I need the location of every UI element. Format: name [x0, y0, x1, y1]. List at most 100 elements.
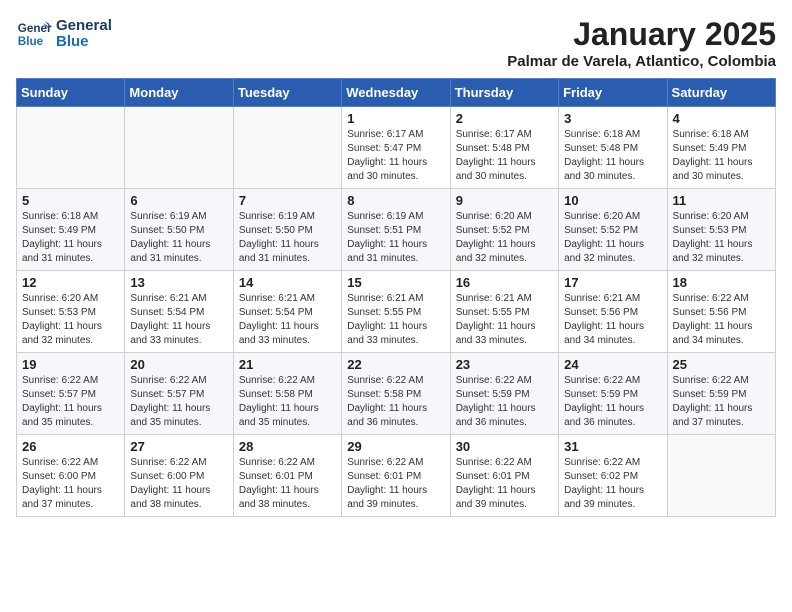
day-cell: 28 Sunrise: 6:22 AM Sunset: 6:01 PM Dayli… [233, 435, 341, 517]
svg-text:General: General [18, 22, 52, 35]
subtitle: Palmar de Varela, Atlantico, Colombia [507, 53, 776, 70]
day-info: Sunrise: 6:21 AM Sunset: 5:55 PM Dayligh… [347, 292, 444, 348]
day-info: Sunrise: 6:22 AM Sunset: 6:02 PM Dayligh… [564, 456, 661, 512]
day-number: 4 [673, 111, 770, 126]
day-info: Sunrise: 6:21 AM Sunset: 5:54 PM Dayligh… [239, 292, 336, 348]
week-row-1: 1 Sunrise: 6:17 AM Sunset: 5:47 PM Daylig… [17, 107, 776, 189]
day-info: Sunrise: 6:22 AM Sunset: 5:58 PM Dayligh… [347, 374, 444, 430]
day-info: Sunrise: 6:22 AM Sunset: 6:00 PM Dayligh… [22, 456, 119, 512]
day-cell [17, 107, 125, 189]
day-info: Sunrise: 6:22 AM Sunset: 6:01 PM Dayligh… [456, 456, 553, 512]
day-number: 16 [456, 275, 553, 290]
day-number: 8 [347, 193, 444, 208]
day-number: 25 [673, 357, 770, 372]
week-row-3: 12 Sunrise: 6:20 AM Sunset: 5:53 PM Dayli… [17, 271, 776, 353]
day-number: 18 [673, 275, 770, 290]
day-cell: 14Sunrise: 6:21 AM Sunset: 5:54 PM Dayli… [233, 271, 341, 353]
day-info: Sunrise: 6:21 AM Sunset: 5:54 PM Dayligh… [130, 292, 227, 348]
day-cell: 21 Sunrise: 6:22 AM Sunset: 5:58 PM Dayli… [233, 353, 341, 435]
day-number: 17 [564, 275, 661, 290]
day-info: Sunrise: 6:17 AM Sunset: 5:47 PM Dayligh… [347, 128, 444, 184]
day-number: 19 [22, 357, 119, 372]
day-cell: 13 Sunrise: 6:21 AM Sunset: 5:54 PM Dayli… [125, 271, 233, 353]
day-info: Sunrise: 6:17 AM Sunset: 5:48 PM Dayligh… [456, 128, 553, 184]
day-info: Sunrise: 6:20 AM Sunset: 5:52 PM Dayligh… [456, 210, 553, 266]
day-cell: 12 Sunrise: 6:20 AM Sunset: 5:53 PM Dayli… [17, 271, 125, 353]
day-cell: 16 Sunrise: 6:21 AM Sunset: 5:55 PM Dayli… [450, 271, 558, 353]
day-info: Sunrise: 6:20 AM Sunset: 5:53 PM Dayligh… [673, 210, 770, 266]
day-number: 5 [22, 193, 119, 208]
day-cell: 9Sunrise: 6:20 AM Sunset: 5:52 PM Daylig… [450, 189, 558, 271]
day-info: Sunrise: 6:20 AM Sunset: 5:53 PM Dayligh… [22, 292, 119, 348]
day-info: Sunrise: 6:22 AM Sunset: 5:57 PM Dayligh… [22, 374, 119, 430]
day-cell: 22 Sunrise: 6:22 AM Sunset: 5:58 PM Dayli… [342, 353, 450, 435]
header-day-thursday: Thursday [450, 79, 558, 107]
day-cell: 25 Sunrise: 6:22 AM Sunset: 5:59 PM Dayli… [667, 353, 775, 435]
day-cell: 19 Sunrise: 6:22 AM Sunset: 5:57 PM Dayli… [17, 353, 125, 435]
day-cell: 17 Sunrise: 6:21 AM Sunset: 5:56 PM Dayli… [559, 271, 667, 353]
day-info: Sunrise: 6:22 AM Sunset: 5:58 PM Dayligh… [239, 374, 336, 430]
day-cell: 8Sunrise: 6:19 AM Sunset: 5:51 PM Daylig… [342, 189, 450, 271]
day-number: 27 [130, 439, 227, 454]
day-number: 15 [347, 275, 444, 290]
header-row: SundayMondayTuesdayWednesdayThursdayFrid… [17, 79, 776, 107]
day-number: 7 [239, 193, 336, 208]
day-cell: 11 Sunrise: 6:20 AM Sunset: 5:53 PM Dayli… [667, 189, 775, 271]
day-number: 20 [130, 357, 227, 372]
day-cell: 2 Sunrise: 6:17 AM Sunset: 5:48 PM Daylig… [450, 107, 558, 189]
day-info: Sunrise: 6:19 AM Sunset: 5:50 PM Dayligh… [130, 210, 227, 266]
day-cell [125, 107, 233, 189]
logo-icon: General Blue [16, 16, 52, 52]
day-cell: 20Sunrise: 6:22 AM Sunset: 5:57 PM Dayli… [125, 353, 233, 435]
day-number: 28 [239, 439, 336, 454]
day-info: Sunrise: 6:21 AM Sunset: 5:56 PM Dayligh… [564, 292, 661, 348]
header-day-saturday: Saturday [667, 79, 775, 107]
day-number: 23 [456, 357, 553, 372]
week-row-5: 26Sunrise: 6:22 AM Sunset: 6:00 PM Dayli… [17, 435, 776, 517]
day-info: Sunrise: 6:18 AM Sunset: 5:49 PM Dayligh… [673, 128, 770, 184]
week-row-4: 19 Sunrise: 6:22 AM Sunset: 5:57 PM Dayli… [17, 353, 776, 435]
day-number: 29 [347, 439, 444, 454]
day-cell: 29 Sunrise: 6:22 AM Sunset: 6:01 PM Dayli… [342, 435, 450, 517]
day-info: Sunrise: 6:22 AM Sunset: 6:00 PM Dayligh… [130, 456, 227, 512]
logo-general: General [56, 18, 112, 35]
day-cell: 6Sunrise: 6:19 AM Sunset: 5:50 PM Daylig… [125, 189, 233, 271]
day-cell: 15 Sunrise: 6:21 AM Sunset: 5:55 PM Dayli… [342, 271, 450, 353]
day-cell: 7 Sunrise: 6:19 AM Sunset: 5:50 PM Daylig… [233, 189, 341, 271]
day-info: Sunrise: 6:22 AM Sunset: 5:59 PM Dayligh… [673, 374, 770, 430]
day-info: Sunrise: 6:21 AM Sunset: 5:55 PM Dayligh… [456, 292, 553, 348]
day-cell: 3Sunrise: 6:18 AM Sunset: 5:48 PM Daylig… [559, 107, 667, 189]
day-number: 13 [130, 275, 227, 290]
day-info: Sunrise: 6:18 AM Sunset: 5:48 PM Dayligh… [564, 128, 661, 184]
day-cell: 18 Sunrise: 6:22 AM Sunset: 5:56 PM Dayli… [667, 271, 775, 353]
day-info: Sunrise: 6:22 AM Sunset: 6:01 PM Dayligh… [239, 456, 336, 512]
title-block: January 2025 Palmar de Varela, Atlantico… [507, 16, 776, 70]
day-number: 12 [22, 275, 119, 290]
day-info: Sunrise: 6:22 AM Sunset: 5:56 PM Dayligh… [673, 292, 770, 348]
logo-blue: Blue [56, 34, 112, 51]
day-number: 11 [673, 193, 770, 208]
day-cell: 4 Sunrise: 6:18 AM Sunset: 5:49 PM Daylig… [667, 107, 775, 189]
day-cell: 23 Sunrise: 6:22 AM Sunset: 5:59 PM Dayli… [450, 353, 558, 435]
day-number: 1 [347, 111, 444, 126]
header-day-friday: Friday [559, 79, 667, 107]
day-info: Sunrise: 6:22 AM Sunset: 6:01 PM Dayligh… [347, 456, 444, 512]
day-info: Sunrise: 6:18 AM Sunset: 5:49 PM Dayligh… [22, 210, 119, 266]
day-cell: 24Sunrise: 6:22 AM Sunset: 5:59 PM Dayli… [559, 353, 667, 435]
day-info: Sunrise: 6:19 AM Sunset: 5:50 PM Dayligh… [239, 210, 336, 266]
day-number: 24 [564, 357, 661, 372]
day-number: 21 [239, 357, 336, 372]
day-cell: 30Sunrise: 6:22 AM Sunset: 6:01 PM Dayli… [450, 435, 558, 517]
page-header: General Blue General Blue January 2025 P… [16, 16, 776, 70]
day-number: 2 [456, 111, 553, 126]
day-number: 31 [564, 439, 661, 454]
day-cell: 1 Sunrise: 6:17 AM Sunset: 5:47 PM Daylig… [342, 107, 450, 189]
day-cell: 5 Sunrise: 6:18 AM Sunset: 5:49 PM Daylig… [17, 189, 125, 271]
day-info: Sunrise: 6:22 AM Sunset: 5:59 PM Dayligh… [456, 374, 553, 430]
day-number: 22 [347, 357, 444, 372]
day-cell: 27 Sunrise: 6:22 AM Sunset: 6:00 PM Dayli… [125, 435, 233, 517]
day-cell [667, 435, 775, 517]
svg-text:Blue: Blue [18, 35, 44, 48]
header-day-sunday: Sunday [17, 79, 125, 107]
calendar-header: SundayMondayTuesdayWednesdayThursdayFrid… [17, 79, 776, 107]
